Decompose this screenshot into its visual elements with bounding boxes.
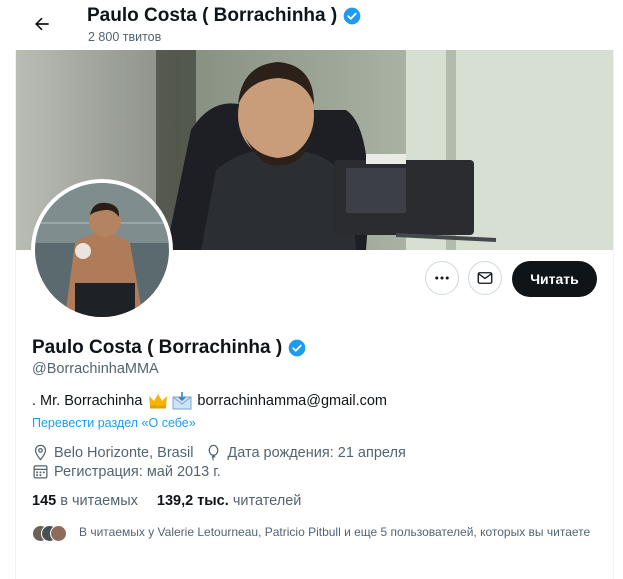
back-button[interactable]: [28, 10, 56, 38]
following-count: 145: [32, 493, 57, 509]
followers-link[interactable]: 139,2 тыс. читателей: [157, 493, 302, 509]
bio-text: . Mr. Borrachinha: [32, 393, 143, 409]
tweet-count: 2 800 твитов: [88, 30, 162, 44]
followers-label: читателей: [232, 493, 302, 509]
profile-name-row: Paulo Costa ( Borrachinha ): [32, 337, 307, 359]
profile-meta-row: Belo Horizonte, Brasil Дата рождения: 21…: [32, 444, 406, 461]
bio-email: borrachinhamma@gmail.com: [197, 393, 388, 409]
message-icon: [477, 272, 493, 284]
location-icon: [32, 444, 49, 461]
mutual-avatar: [50, 525, 67, 542]
column-border-right: [613, 50, 614, 579]
verified-icon: [288, 339, 306, 357]
profile-joined-row: Регистрация: май 2013 г.: [32, 463, 221, 480]
avatar[interactable]: [35, 183, 169, 317]
profile-handle: @BorrachinhaMMA: [32, 361, 159, 377]
following-link[interactable]: 145 в читаемых: [32, 493, 138, 509]
mutual-followers[interactable]: В читаемых у Valerie Letourneau, Patrici…: [32, 524, 592, 543]
profile-header-bar: Paulo Costa ( Borrachinha ) 2 800 твитов: [0, 0, 623, 50]
profile-avatar-frame: [31, 179, 173, 321]
followers-count: 139,2 тыс.: [156, 493, 229, 509]
profile-birthday: Дата рождения: 21 апреля: [227, 444, 406, 461]
profile-stats: 145 в читаемых 139,2 тыс. читателей: [32, 493, 301, 509]
more-options-button[interactable]: [425, 261, 459, 295]
follow-button[interactable]: Читать: [512, 261, 597, 297]
more-icon: [435, 276, 449, 280]
translate-bio-link[interactable]: Перевести раздел «О себе»: [32, 416, 196, 430]
balloon-icon: [205, 444, 222, 461]
calendar-icon: [32, 463, 49, 480]
profile-location: Belo Horizonte, Brasil: [54, 444, 194, 461]
mutual-avatars: [32, 525, 68, 543]
following-label: в читаемых: [60, 493, 138, 509]
mutual-followers-text: В читаемых у Valerie Letourneau, Patrici…: [79, 525, 591, 539]
envelope-icon: [172, 392, 192, 410]
profile-name: Paulo Costa ( Borrachinha ): [32, 337, 283, 358]
header-title: Paulo Costa ( Borrachinha ): [87, 5, 362, 27]
message-button[interactable]: [468, 261, 502, 295]
profile-joined: Регистрация: май 2013 г.: [54, 463, 221, 480]
profile-bio: . Mr. Borrachinha borrachinhamma@gmail.c…: [32, 392, 387, 410]
crown-icon: [149, 394, 168, 409]
header-name: Paulo Costa ( Borrachinha ): [87, 5, 338, 26]
verified-icon: [343, 7, 361, 25]
back-arrow-icon: [35, 17, 49, 31]
